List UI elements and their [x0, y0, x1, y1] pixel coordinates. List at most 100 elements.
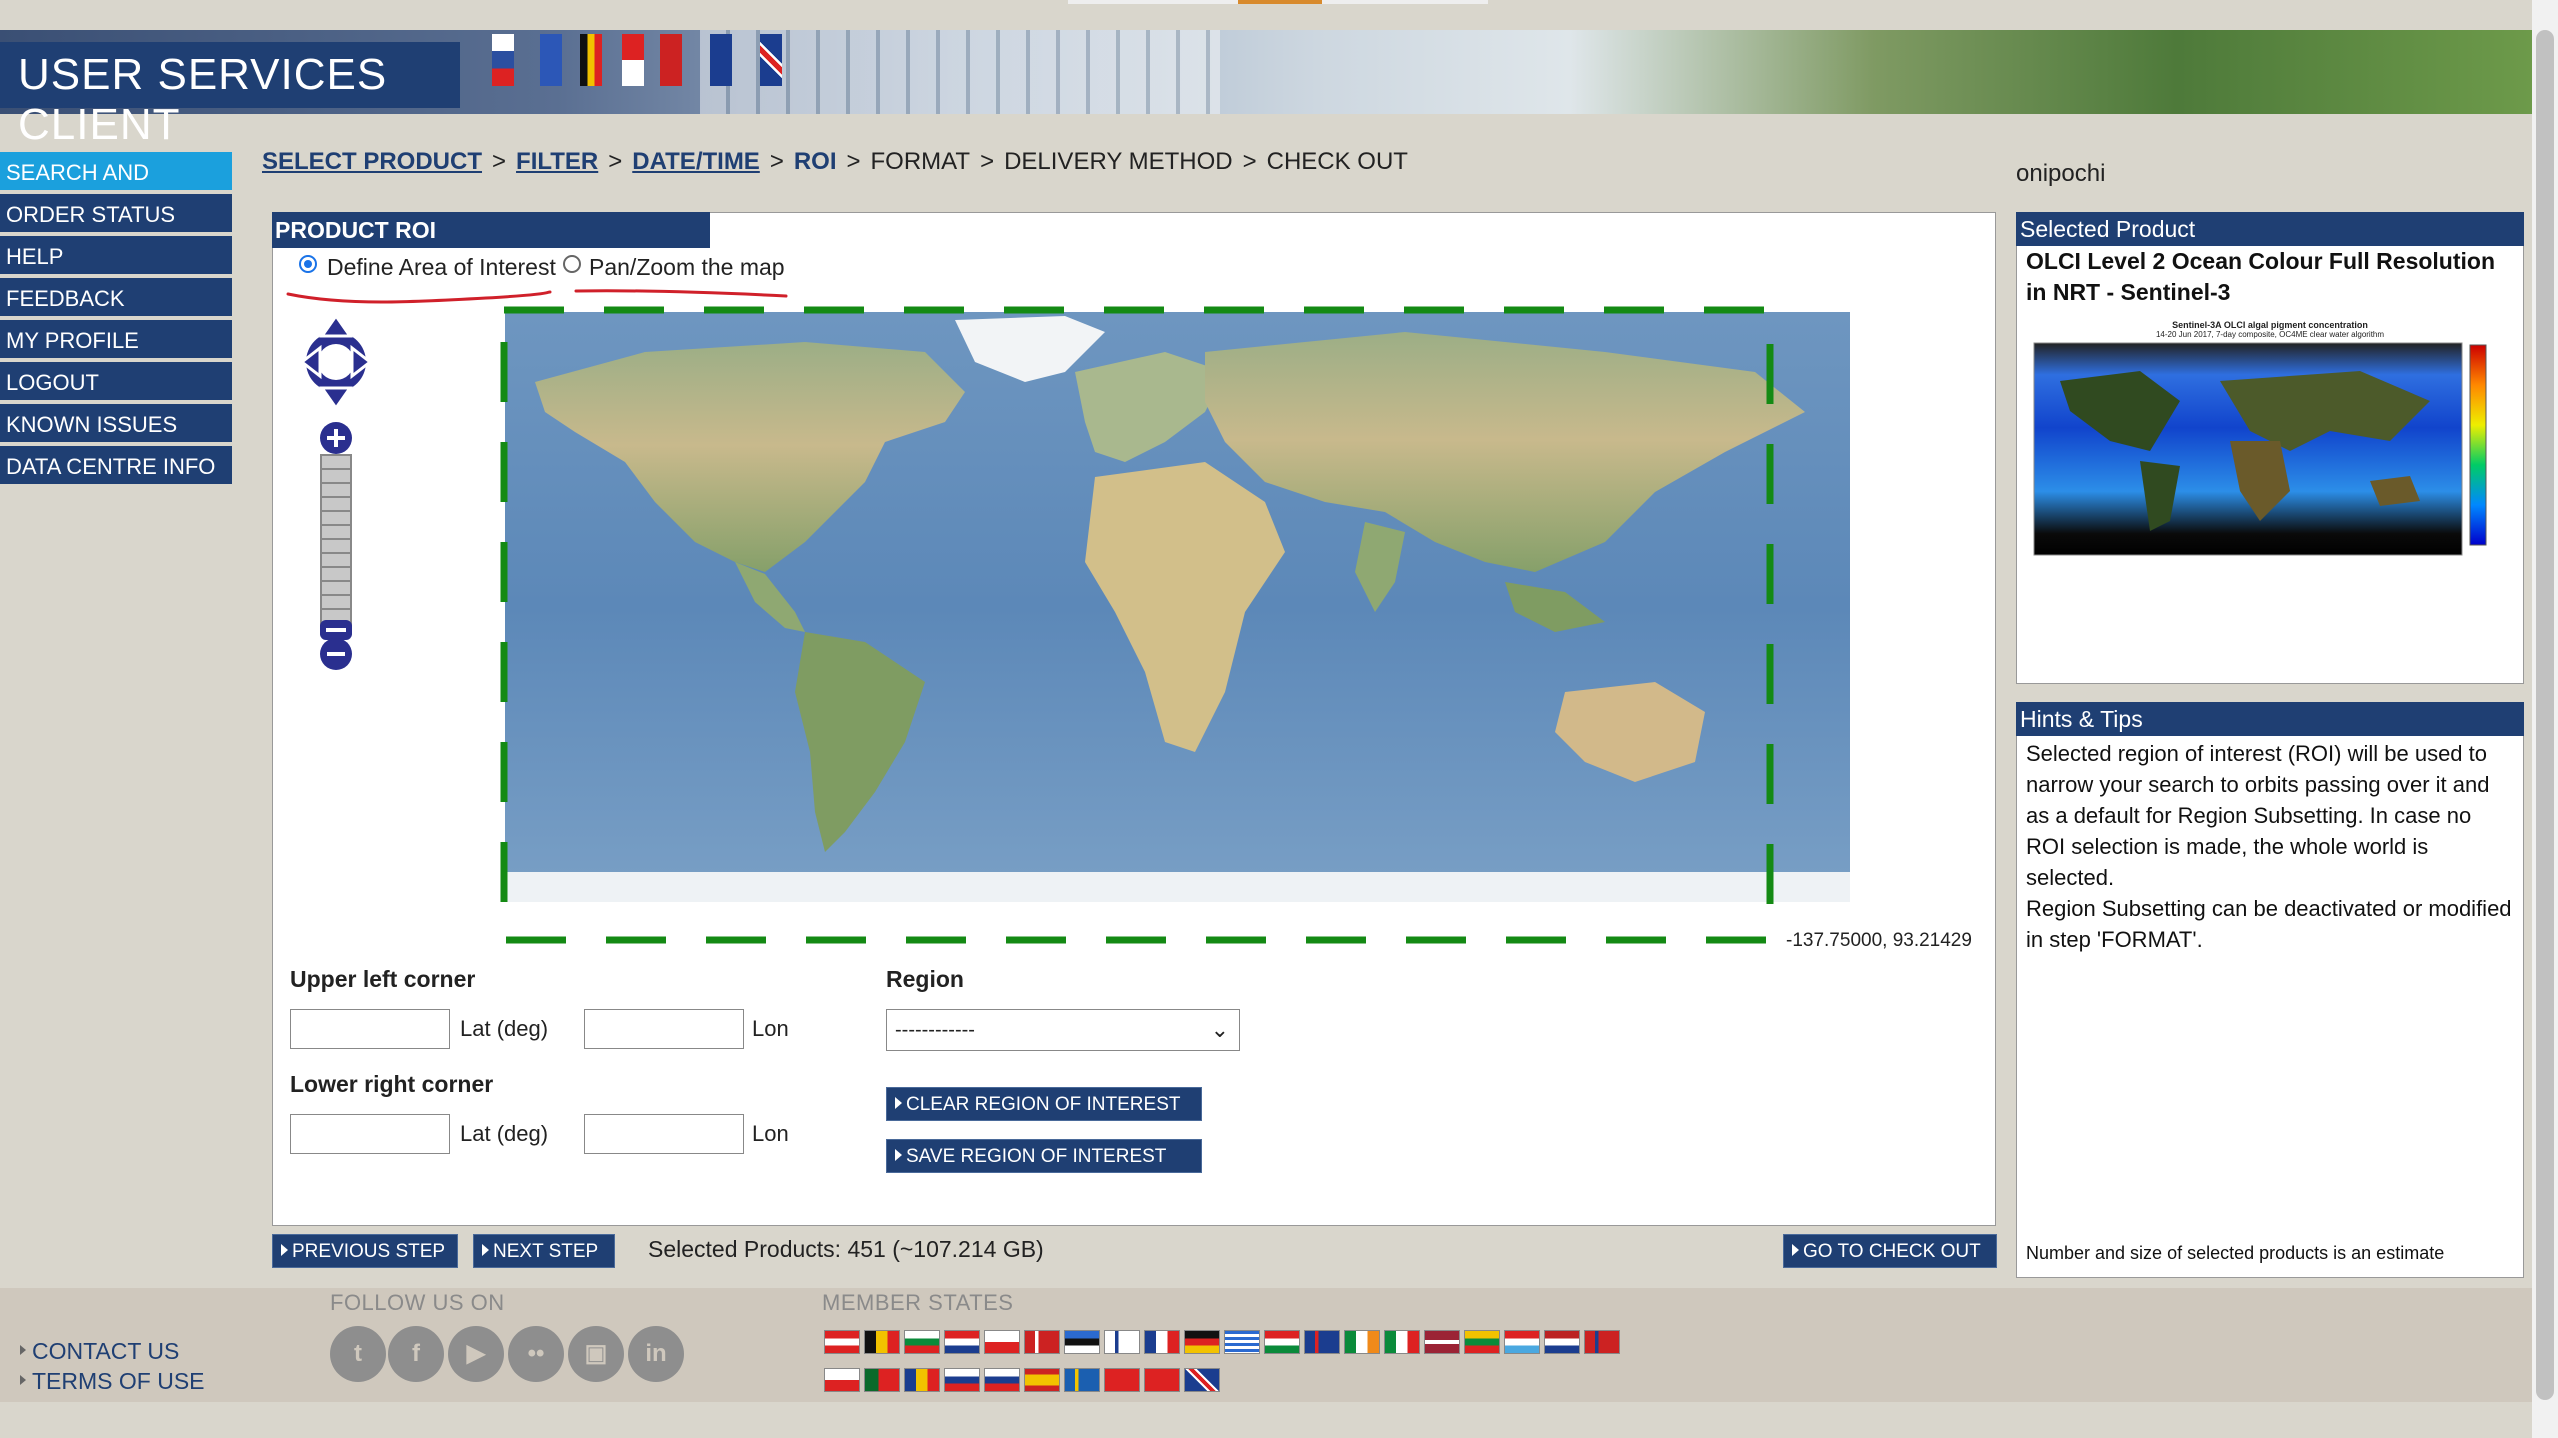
pan-down-icon: [319, 386, 353, 410]
thumb-map: [2033, 342, 2487, 556]
flag-hungary[interactable]: [1264, 1330, 1300, 1354]
previous-step-label: PREVIOUS STEP: [292, 1241, 446, 1262]
flag-czechia[interactable]: [984, 1330, 1020, 1354]
go-to-checkout-button[interactable]: GO TO CHECK OUT: [1783, 1234, 1997, 1268]
flag-turkey[interactable]: [1144, 1368, 1180, 1392]
clear-roi-button[interactable]: CLEAR REGION OF INTEREST: [886, 1087, 1202, 1121]
flickr-icon[interactable]: ••: [508, 1326, 564, 1382]
breadcrumb-select-product[interactable]: SELECT PRODUCT: [262, 148, 482, 175]
flag-netherlands[interactable]: [1544, 1330, 1580, 1354]
breadcrumb-filter[interactable]: FILTER: [516, 148, 598, 175]
breadcrumb-separator: >: [846, 148, 861, 175]
lower-right-lat-unit: Lat (deg): [460, 1121, 549, 1146]
pan-up-icon: [319, 314, 353, 338]
contact-us-link[interactable]: CONTACT US: [20, 1338, 179, 1365]
clear-roi-label: CLEAR REGION OF INTEREST: [906, 1094, 1181, 1115]
breadcrumb-format: FORMAT: [870, 148, 971, 175]
app-title: USER SERVICES CLIENT: [18, 50, 388, 149]
flag-austria[interactable]: [824, 1330, 860, 1354]
hints-note: Number and size of selected products is …: [2026, 1243, 2445, 1263]
breadcrumb-delivery-method: DELIVERY METHOD: [1004, 148, 1233, 175]
arrow-right-icon: [895, 1096, 902, 1109]
nav-item-known-issues[interactable]: KNOWN ISSUES: [0, 404, 232, 444]
nav-item-data-centre-info[interactable]: DATA CENTRE INFO: [0, 446, 232, 486]
upper-left-lon-input[interactable]: [584, 1009, 744, 1049]
flag-greece[interactable]: [1224, 1330, 1260, 1354]
radio-define-area-label[interactable]: Define Area of Interest: [327, 254, 556, 281]
flag-italy[interactable]: [1384, 1330, 1420, 1354]
nav-item-help[interactable]: HELP: [0, 236, 232, 276]
scrollbar-thumb[interactable]: [2536, 30, 2554, 1400]
pan-control[interactable]: [300, 314, 372, 410]
previous-step-button[interactable]: PREVIOUS STEP: [272, 1234, 458, 1268]
chevron-down-icon: ⌄: [1210, 1017, 1229, 1042]
top-strip-accent: [1238, 0, 1322, 4]
lower-right-lon-input[interactable]: [584, 1114, 744, 1154]
go-to-checkout-label: GO TO CHECK OUT: [1803, 1241, 1981, 1262]
flag-estonia[interactable]: [1064, 1330, 1100, 1354]
nav-item-feedback[interactable]: FEEDBACK: [0, 278, 232, 318]
flag-latvia[interactable]: [1424, 1330, 1460, 1354]
flag-denmark[interactable]: [1024, 1330, 1060, 1354]
flag-croatia[interactable]: [944, 1330, 980, 1354]
terms-of-use-link[interactable]: TERMS OF USE: [20, 1368, 205, 1395]
nav-item-logout[interactable]: LOGOUT: [0, 362, 232, 402]
flag-bulgaria[interactable]: [904, 1330, 940, 1354]
nav-item-order-status[interactable]: ORDER STATUS: [0, 194, 232, 234]
flag-france[interactable]: [1144, 1330, 1180, 1354]
flag-sweden[interactable]: [1064, 1368, 1100, 1392]
thumb-title: Sentinel-3A OLCI algal pigment concentra…: [2172, 320, 2368, 330]
flag-slovakia[interactable]: [944, 1368, 980, 1392]
lower-right-label: Lower right corner: [290, 1071, 494, 1097]
flag-ireland[interactable]: [1344, 1330, 1380, 1354]
linkedin-icon[interactable]: in: [628, 1326, 684, 1382]
upper-left-lat-input[interactable]: [290, 1009, 450, 1049]
breadcrumb-separator: >: [769, 148, 784, 175]
member-states-heading: MEMBER STATES: [822, 1290, 1014, 1315]
radio-pan-zoom-label[interactable]: Pan/Zoom the map: [589, 254, 785, 281]
upper-left-label: Upper left corner: [290, 966, 476, 992]
flag-slovenia[interactable]: [984, 1368, 1020, 1392]
nav-item-search-and-order[interactable]: SEARCH AND ORDER: [0, 152, 232, 227]
flag-poland[interactable]: [824, 1368, 860, 1392]
banner-flag: [580, 34, 602, 86]
zoom-in-icon[interactable]: [318, 420, 354, 456]
banner-flag: [760, 34, 782, 86]
flag-portugal[interactable]: [864, 1368, 900, 1392]
roi-rectangle[interactable]: [496, 302, 1780, 948]
flag-luxembourg[interactable]: [1504, 1330, 1540, 1354]
lower-right-lat-input[interactable]: [290, 1114, 450, 1154]
flag-finland[interactable]: [1104, 1330, 1140, 1354]
banner-flag: [660, 34, 682, 86]
youtube-icon[interactable]: ▶: [448, 1326, 504, 1382]
flag-germany[interactable]: [1184, 1330, 1220, 1354]
lower-right-lon-unit: Lon: [752, 1121, 789, 1146]
region-label: Region: [886, 966, 964, 992]
flag-romania[interactable]: [904, 1368, 940, 1392]
banner-flag: [492, 34, 514, 86]
nav-item-my-profile[interactable]: MY PROFILE: [0, 320, 232, 360]
radio-define-area[interactable]: [299, 255, 317, 273]
breadcrumb-separator: >: [980, 148, 995, 175]
radio-pan-zoom[interactable]: [563, 255, 581, 273]
save-roi-button[interactable]: SAVE REGION OF INTEREST: [886, 1139, 1202, 1173]
next-step-button[interactable]: NEXT STEP: [473, 1234, 615, 1268]
flag-lithuania[interactable]: [1464, 1330, 1500, 1354]
flag-iceland[interactable]: [1304, 1330, 1340, 1354]
zoom-out-icon[interactable]: [318, 620, 354, 672]
flag-spain[interactable]: [1024, 1368, 1060, 1392]
thumb-subtitle: 14-20 Jun 2017, 7-day composite, OC4ME c…: [2155, 330, 2385, 339]
facebook-icon[interactable]: f: [388, 1326, 444, 1382]
breadcrumb-date-time[interactable]: DATE/TIME: [632, 148, 760, 175]
flag-belgium[interactable]: [864, 1330, 900, 1354]
flag-united-kingdom[interactable]: [1184, 1368, 1220, 1392]
flag-switzerland[interactable]: [1104, 1368, 1140, 1392]
instagram-icon[interactable]: ▣: [568, 1326, 624, 1382]
region-select[interactable]: ------------ ⌄: [886, 1009, 1240, 1051]
hints-paragraph-1: Selected region of interest (ROI) will b…: [2026, 741, 2490, 890]
twitter-icon[interactable]: t: [330, 1326, 386, 1382]
breadcrumb-check-out: CHECK OUT: [1266, 148, 1408, 175]
zoom-slider[interactable]: [320, 454, 352, 626]
upper-left-lat-unit: Lat (deg): [460, 1016, 549, 1041]
flag-norway[interactable]: [1584, 1330, 1620, 1354]
